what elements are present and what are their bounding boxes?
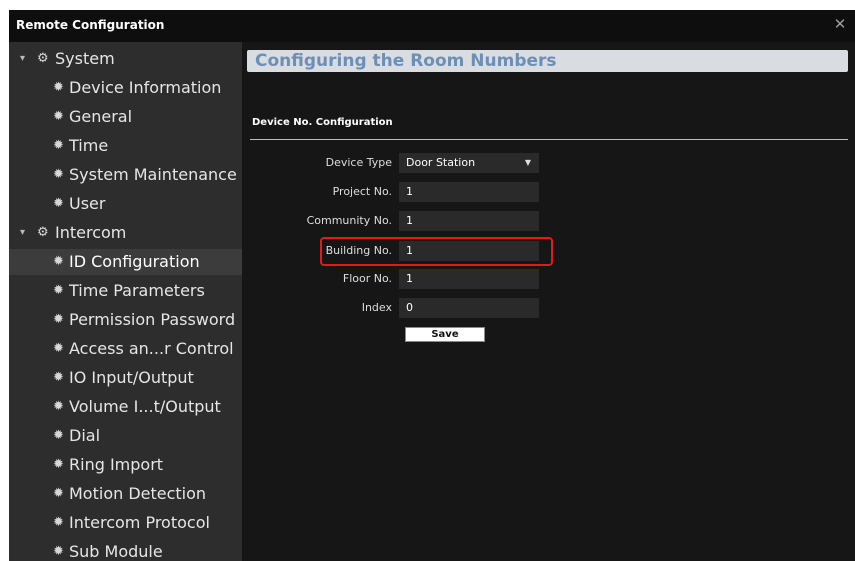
title-bar: Remote Configuration ✕ — [9, 10, 855, 42]
close-icon[interactable]: ✕ — [831, 15, 849, 33]
building-no-highlight — [320, 237, 553, 266]
gear-icon: ✹ — [53, 254, 64, 269]
sidebar-item-label: Intercom Protocol — [69, 513, 210, 532]
index-label: Index — [361, 301, 392, 314]
device-type-label: Device Type — [325, 156, 392, 169]
sidebar-item-label: User — [69, 194, 106, 213]
gear-icon: ✹ — [53, 515, 64, 530]
gear-icon: ✹ — [53, 486, 64, 501]
device-type-value: Door Station — [406, 156, 476, 169]
sidebar-item-label: General — [69, 107, 133, 126]
floor-no-label: Floor No. — [342, 272, 392, 285]
gear-icon: ✹ — [53, 196, 64, 211]
sidebar-item-system-maintenance[interactable]: ✹ System Maintenance — [9, 162, 242, 188]
main-content: Configuring the Room Numbers Device No. … — [242, 42, 855, 561]
floor-no-field[interactable]: 1 — [399, 269, 539, 289]
project-no-field[interactable]: 1 — [399, 182, 539, 202]
gear-icon: ✹ — [53, 312, 64, 327]
sidebar-item-ring-import[interactable]: ✹ Ring Import — [9, 452, 242, 478]
sidebar-item-sub-module[interactable]: ✹ Sub Module — [9, 539, 242, 561]
sidebar-item-time-parameters[interactable]: ✹ Time Parameters — [9, 278, 242, 304]
gear-icon: ✹ — [53, 457, 64, 472]
sidebar-item-time[interactable]: ✹ Time — [9, 133, 242, 159]
sidebar-group-system[interactable]: ▾ ⚙ System — [9, 46, 242, 72]
sidebar-item-label: System — [55, 49, 115, 68]
sidebar-item-label: Time Parameters — [69, 281, 205, 300]
gear-icon: ✹ — [53, 399, 64, 414]
section-title: Device No. Configuration — [252, 117, 393, 128]
sidebar-item-intercom-protocol[interactable]: ✹ Intercom Protocol — [9, 510, 242, 536]
sidebar-item-io-input-output[interactable]: ✹ IO Input/Output — [9, 365, 242, 391]
sidebar-item-label: Dial — [69, 426, 101, 445]
sidebar-item-label: Access an...r Control — [69, 339, 234, 358]
gear-icon: ✹ — [53, 167, 64, 182]
sidebar-item-dial[interactable]: ✹ Dial — [9, 423, 242, 449]
sidebar-item-label: Intercom — [55, 223, 127, 242]
gear-icon: ✹ — [53, 428, 64, 443]
window-title: Remote Configuration — [16, 18, 165, 32]
sidebar-item-device-information[interactable]: ✹ Device Information — [9, 75, 242, 101]
section-divider — [250, 139, 848, 140]
sidebar-item-id-configuration[interactable]: ✹ ID Configuration — [9, 249, 242, 275]
sidebar-item-permission-password[interactable]: ✹ Permission Password — [9, 307, 242, 333]
sidebar-item-user[interactable]: ✹ User — [9, 191, 242, 217]
sidebar-item-label: System Maintenance — [69, 165, 237, 184]
gear-group-icon: ⚙ — [37, 225, 49, 240]
sidebar-item-access-control[interactable]: ✹ Access an...r Control — [9, 336, 242, 362]
sidebar-item-volume-output[interactable]: ✹ Volume I...t/Output — [9, 394, 242, 420]
index-field[interactable]: 0 — [399, 298, 539, 318]
save-button[interactable]: Save — [405, 327, 485, 342]
sidebar-item-label: Volume I...t/Output — [69, 397, 221, 416]
sidebar-tree: ▾ ⚙ System ✹ Device Information ✹ Genera… — [9, 42, 242, 561]
remote-configuration-window: Remote Configuration ✕ ▾ ⚙ System ✹ Devi… — [9, 10, 855, 561]
sidebar-group-intercom[interactable]: ▾ ⚙ Intercom — [9, 220, 242, 246]
gear-icon: ✹ — [53, 80, 64, 95]
sidebar-item-label: Permission Password — [69, 310, 236, 329]
gear-icon: ✹ — [53, 109, 64, 124]
sidebar-item-label: ID Configuration — [69, 252, 200, 271]
gear-icon: ✹ — [53, 370, 64, 385]
sidebar-item-label: Motion Detection — [69, 484, 207, 503]
sidebar-item-motion-detection[interactable]: ✹ Motion Detection — [9, 481, 242, 507]
sidebar-item-label: Time — [69, 136, 109, 155]
sidebar-item-label: Ring Import — [69, 455, 164, 474]
gear-icon: ✹ — [53, 341, 64, 356]
chevron-down-icon[interactable]: ▾ — [20, 220, 25, 246]
page-title: Configuring the Room Numbers — [247, 50, 848, 72]
community-no-field[interactable]: 1 — [399, 211, 539, 231]
caret-down-icon[interactable]: ▼ — [525, 153, 531, 173]
gear-group-icon: ⚙ — [37, 51, 49, 66]
device-type-select[interactable]: Door Station ▼ — [399, 153, 539, 173]
sidebar-item-general[interactable]: ✹ General — [9, 104, 242, 130]
project-no-label: Project No. — [332, 185, 392, 198]
sidebar-item-label: Sub Module — [69, 542, 163, 561]
gear-icon: ✹ — [53, 138, 64, 153]
gear-icon: ✹ — [53, 544, 64, 559]
chevron-down-icon[interactable]: ▾ — [20, 46, 25, 72]
sidebar-item-label: IO Input/Output — [69, 368, 194, 387]
sidebar-item-label: Device Information — [69, 78, 222, 97]
community-no-label: Community No. — [306, 214, 392, 227]
gear-icon: ✹ — [53, 283, 64, 298]
